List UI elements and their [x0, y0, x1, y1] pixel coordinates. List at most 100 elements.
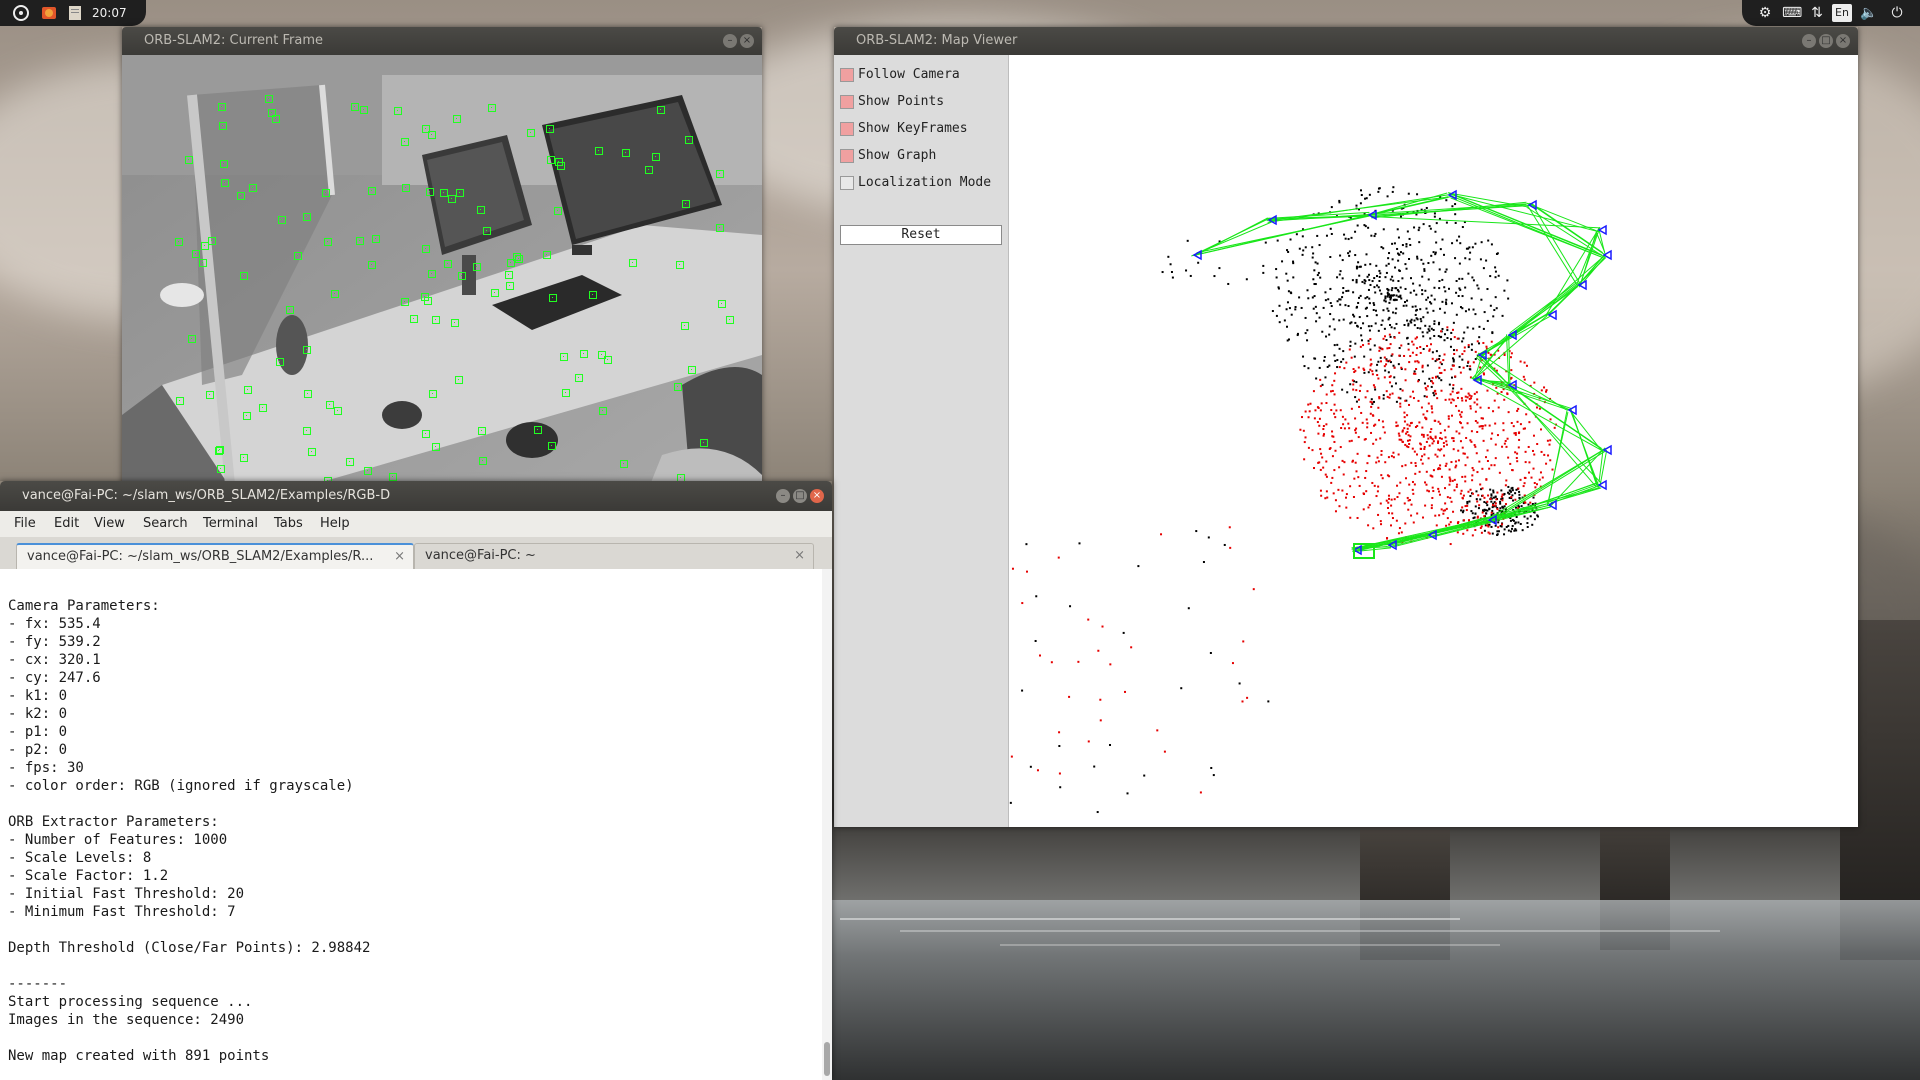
map-point-local: [1409, 422, 1412, 425]
menu-terminal[interactable]: Terminal: [203, 516, 258, 531]
map-point-local: [1333, 469, 1336, 472]
keyboard-icon[interactable]: ⌨: [1782, 4, 1802, 22]
tab-close-icon[interactable]: ×: [394, 545, 405, 569]
close-button[interactable]: ×: [1836, 34, 1850, 48]
scrollbar-thumb[interactable]: [824, 1042, 830, 1076]
feature-keypoint: [308, 448, 316, 456]
map-point-local: [1358, 484, 1361, 487]
map-point-reference: [1443, 333, 1446, 336]
map-point-reference: [1472, 279, 1475, 282]
terminal-body[interactable]: Camera Parameters: - fx: 535.4 - fy: 539…: [0, 569, 832, 1080]
map-point-reference: [1373, 400, 1376, 403]
close-button[interactable]: ×: [740, 34, 754, 48]
ubuntu-logo-icon[interactable]: [12, 4, 30, 22]
map-point-reference: [1357, 261, 1360, 264]
map-point-local: [1524, 476, 1527, 479]
map-point-local: [1549, 459, 1552, 462]
map-point-local: [1444, 398, 1447, 401]
map-point-local: [1392, 456, 1395, 459]
checkbox[interactable]: [840, 68, 854, 82]
checkbox[interactable]: [840, 149, 854, 163]
scrollbar[interactable]: [822, 569, 832, 1080]
tab-close-icon[interactable]: ×: [794, 544, 805, 568]
menu-file[interactable]: File: [14, 516, 36, 531]
minimize-button[interactable]: –: [1802, 34, 1816, 48]
language-indicator[interactable]: En: [1832, 4, 1852, 22]
minimize-button[interactable]: –: [723, 34, 737, 48]
map-point-reference: [1493, 309, 1496, 312]
firefox-icon[interactable]: [40, 4, 58, 22]
map-point-outlier: [1169, 263, 1172, 266]
files-icon[interactable]: [66, 4, 84, 22]
map-point-local: [1354, 417, 1357, 420]
map-point-reference: [1472, 308, 1475, 311]
map-point-reference: [1396, 228, 1399, 231]
map-point-reference: [1424, 289, 1427, 292]
map-point-local: [1457, 459, 1460, 462]
feature-keypoint: [356, 237, 364, 245]
map-point-reference: [1315, 377, 1318, 380]
map-point-local: [1325, 490, 1328, 493]
window-titlebar[interactable]: ORB-SLAM2: Map Viewer – □ ×: [834, 27, 1858, 55]
close-button[interactable]: ×: [810, 489, 824, 503]
map-point-local: [1369, 364, 1372, 367]
network-icon[interactable]: ⇅: [1808, 4, 1826, 22]
map-point-reference: [1359, 265, 1362, 268]
map-point-local: [1425, 417, 1428, 420]
map-point-reference: [1412, 282, 1415, 285]
map-point-local: [1486, 449, 1489, 452]
map-point-local: [1500, 523, 1503, 526]
clock[interactable]: 20:07: [92, 4, 127, 22]
tab-home[interactable]: vance@Fai-PC: ~ ×: [414, 543, 814, 569]
map-point-reference: [1447, 287, 1450, 290]
map-point-local: [1361, 421, 1364, 424]
menu-edit[interactable]: Edit: [54, 516, 79, 531]
map-point-local: [1447, 415, 1450, 418]
map-point-outlier: [1034, 639, 1037, 642]
maximize-button[interactable]: □: [1819, 34, 1833, 48]
map-point-local: [1538, 407, 1541, 410]
map-point-local: [1371, 373, 1374, 376]
map-point-reference: [1451, 242, 1454, 245]
map-point-outlier: [1170, 271, 1173, 274]
minimize-button[interactable]: –: [776, 489, 790, 503]
map-point-reference: [1376, 363, 1379, 366]
checkbox[interactable]: [840, 122, 854, 136]
map-point-local: [1452, 510, 1455, 513]
map-point-local: [1437, 420, 1440, 423]
map-point-local: [1341, 489, 1344, 492]
map-point-outlier: [1213, 275, 1216, 278]
checkbox[interactable]: [840, 176, 854, 190]
map-point-local: [1450, 461, 1453, 464]
menu-help[interactable]: Help: [320, 516, 350, 531]
menu-search[interactable]: Search: [143, 516, 188, 531]
map-point-reference: [1314, 283, 1317, 286]
map-point-local: [1486, 389, 1489, 392]
map-point-local: [1491, 504, 1494, 507]
menu-view[interactable]: View: [94, 516, 125, 531]
window-titlebar[interactable]: ORB-SLAM2: Current Frame – ×: [122, 27, 762, 55]
terminal-titlebar[interactable]: vance@Fai-PC: ~/slam_ws/ORB_SLAM2/Exampl…: [0, 481, 832, 511]
menu-tabs[interactable]: Tabs: [274, 516, 303, 531]
maximize-button[interactable]: □: [793, 489, 807, 503]
settings-icon[interactable]: ⚙: [1756, 4, 1774, 22]
map-point-reference: [1491, 532, 1494, 535]
map-point-local: [1425, 483, 1428, 486]
map-point-local: [1503, 442, 1506, 445]
tab-examples[interactable]: vance@Fai-PC: ~/slam_ws/ORB_SLAM2/Exampl…: [16, 543, 414, 569]
feature-keypoint: [716, 170, 724, 178]
map-point-local: [1407, 508, 1410, 511]
volume-icon[interactable]: 🔈: [1860, 4, 1878, 22]
power-icon[interactable]: ⏻: [1888, 4, 1906, 22]
reset-button[interactable]: Reset: [840, 225, 1002, 245]
checkbox[interactable]: [840, 95, 854, 109]
feature-keypoint: [278, 216, 286, 224]
map-point-reference: [1339, 254, 1342, 257]
map-point-local: [1403, 502, 1406, 505]
map-point-reference: [1433, 215, 1436, 218]
map-3d-canvas[interactable]: [1009, 55, 1858, 827]
map-point-reference: [1367, 339, 1370, 342]
map-point-outlier: [1180, 687, 1183, 690]
map-point-local: [1427, 402, 1430, 405]
map-point-reference: [1333, 344, 1336, 347]
